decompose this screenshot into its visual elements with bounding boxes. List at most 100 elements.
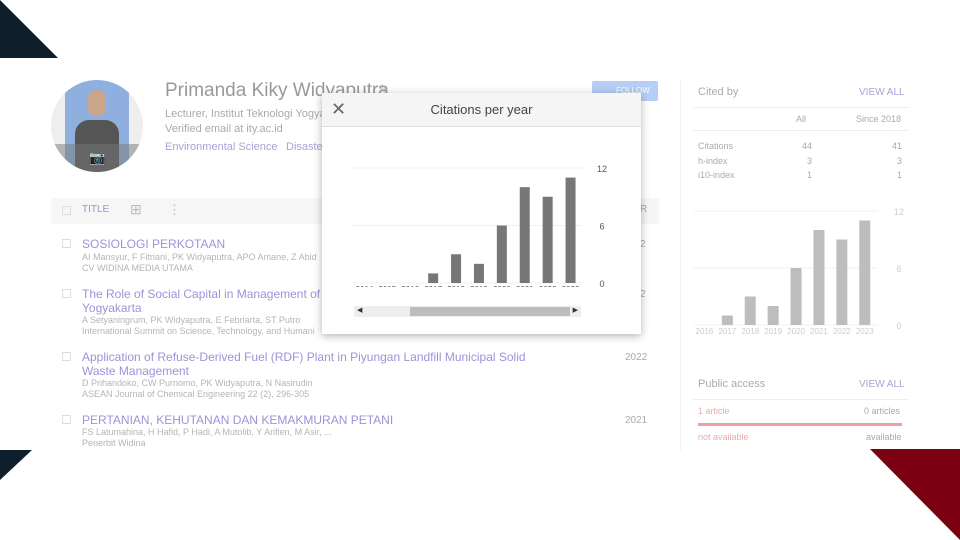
y-tick-label: 0 [599,279,604,287]
x-tick-label: 2020 [493,285,511,287]
x-tick-label: 2019 [764,327,782,336]
divider [693,399,908,400]
article-title-cont[interactable]: Yogyakarta [82,301,142,315]
col-since: Since 2018 [856,114,902,124]
article-year: 2021 [625,415,648,426]
stat-row: Citations 44 41 [698,139,902,154]
stat-row: h-index 3 3 [698,154,902,169]
y-tick-label: 12 [894,207,904,217]
article-authors: D Prihandoko, CW Purnomo, PK Widyaputra,… [82,378,313,388]
stat-label: Citations [698,141,734,151]
bar-2023 [859,220,871,325]
article-checkbox[interactable] [62,352,71,361]
article-checkbox[interactable] [62,415,71,424]
bar-2021 [813,230,825,325]
bar-2017 [428,273,439,283]
x-tick-label: 2016 [696,327,714,336]
bar-2018 [451,254,462,283]
stat-all: 3 [806,155,812,166]
stat-all: 1 [806,170,812,180]
bar-2020 [790,268,802,325]
x-tick-label: 2022 [833,327,851,336]
stat-label: i10-index [698,170,735,180]
y-tick-label: 6 [896,264,901,274]
article-checkbox[interactable] [62,289,71,298]
article-title[interactable]: PERTANIAN, KEHUTANAN DAN KEMAKMURAN PETA… [82,413,393,427]
interest-link[interactable]: Disaste [286,141,323,153]
bar-2020 [496,225,507,283]
x-tick-label: 2020 [787,327,805,336]
bar-2023 [565,177,576,283]
x-tick-label: 2016 [401,285,419,287]
dialog-title: Citations per year [430,102,533,117]
cited-by-view-all[interactable]: VIEW ALL [859,87,905,98]
bar-2022 [836,239,848,325]
divider [693,130,908,131]
sidebar-divider [680,80,681,450]
x-tick-label: 2015 [378,285,396,287]
public-access-title: Public access [698,378,766,390]
scroll-left-arrow[interactable]: ◀ [357,306,362,314]
divider [693,107,908,108]
stat-since: 41 [891,141,902,151]
x-tick-label: 2023 [856,327,874,336]
avatar[interactable]: 📷 [51,80,143,172]
article-authors: AI Mansyur, F Fitriani, PK Widyaputra, A… [82,252,317,262]
verified-email: Verified email at ity.ac.id [165,123,283,135]
article-title[interactable]: Application of Refuse-Derived Fuel (RDF)… [82,350,526,364]
x-tick-label: 2019 [470,285,488,287]
x-tick-label: 2017 [424,285,442,287]
article-checkbox[interactable] [62,239,71,248]
bar-2019 [473,263,484,283]
more-options-icon[interactable]: ⋮ [168,202,181,218]
article-venue: ASEAN Journal of Chemical Engineering 22… [82,389,310,399]
bar-2017 [721,315,733,325]
article-authors: FS Latumahina, H Hafid, P Hadi, A Mutoli… [82,427,332,437]
col-all: All [796,114,807,124]
x-tick-label: 2014 [356,285,374,287]
y-tick-label: 12 [597,164,607,174]
affiliation: Lecturer, Institut Teknologi Yogya [165,108,326,120]
scroll-right-arrow[interactable]: ▶ [573,306,578,314]
decor-triangle-top-left [0,0,58,58]
x-tick-label: 2023 [562,285,580,287]
title-sort-header[interactable]: TITLE [82,204,109,215]
add-icon[interactable]: ⊞ [130,201,142,218]
article-title[interactable]: SOSIOLOGI PERKOTAAN [82,237,225,251]
x-tick-label: 2017 [718,327,736,336]
public-access-bar [698,423,902,426]
article-venue: CV WIDINA MEDIA UTAMA [82,263,193,273]
x-tick-label: 2021 [516,285,534,287]
not-available-count[interactable]: 1 article [698,406,730,416]
available-count[interactable]: 0 articles [864,406,900,416]
scrollbar-thumb[interactable] [410,307,570,316]
public-access-view-all[interactable]: VIEW ALL [859,379,905,390]
citations-dialog: ✕ Citations per year 0 6 12 2014 2015 2016 201… [322,93,641,334]
year-header[interactable]: R [640,204,647,215]
x-tick-label: 2022 [539,285,557,287]
x-tick-label: 2018 [741,327,759,336]
citation-stats-table: Citations 44 41 h-index 3 3 i10-index 1 1 [698,139,902,183]
article-year: 2022 [625,352,648,363]
article-title-cont[interactable]: Waste Management [82,364,189,378]
stat-since: 3 [896,155,902,166]
bar-2018 [744,296,756,325]
camera-icon[interactable]: 📷 [89,150,105,166]
article-authors: A Setyaningrum, PK Widyaputra, E Febriar… [82,315,301,325]
interest-link[interactable]: Environmental Science [165,141,278,153]
citations-chart[interactable]: 0 6 12 2014 2015 2016 2017 2018 2019 2020 2021 2022… [322,127,641,287]
decor-triangle-bottom-left [0,450,32,480]
article-venue: Penerbit Widina [82,438,146,448]
bar-2021 [519,187,530,283]
x-tick-label: 2021 [810,327,828,336]
select-all-checkbox[interactable] [62,206,71,215]
sidebar-citations-chart[interactable]: 0 6 12 2016 2017 2018 2019 2020 2021 2022 2023 [693,200,908,340]
dialog-header: ✕ Citations per year [322,93,641,127]
y-tick-label: 6 [599,222,604,232]
not-available-label: not available [698,432,749,442]
stat-row: i10-index 1 1 [698,168,902,183]
chart-scrollbar[interactable]: ◀ ▶ [354,306,581,317]
stat-since: 1 [896,170,902,180]
stat-all: 44 [801,141,812,151]
article-title[interactable]: The Role of Social Capital in Management… [82,287,338,301]
